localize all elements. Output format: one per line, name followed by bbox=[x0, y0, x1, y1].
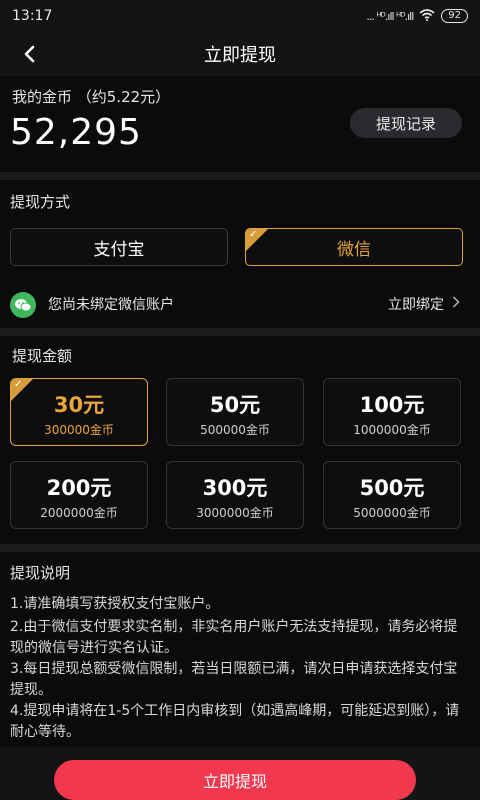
bind-now-link[interactable]: 立即绑定 bbox=[388, 294, 460, 314]
amount-value: 50元 bbox=[209, 393, 261, 417]
status-indicators: ... ᴴᴰ.ıll ᴴᴰ.ıll 92 bbox=[366, 8, 468, 24]
withdraw-submit-button[interactable]: 立即提现 bbox=[54, 760, 416, 800]
amount-value: 30元 bbox=[53, 393, 105, 417]
checkmark-icon: ✓ bbox=[249, 229, 258, 240]
amount-coins: 500000金币 bbox=[200, 423, 270, 437]
method-alipay-button[interactable]: 支付宝 bbox=[10, 228, 228, 266]
status-time: 13:17 bbox=[12, 8, 53, 24]
coins-label: 我的金币 （约5.22元） bbox=[12, 88, 171, 106]
notes-title: 提现说明 bbox=[10, 564, 71, 582]
note-item: 3.每日提现总额受微信限制，若当日限额已满，请次日申请获选择支付宝提现。 bbox=[10, 661, 458, 698]
section-divider bbox=[0, 172, 480, 180]
withdraw-record-button[interactable]: 提现记录 bbox=[350, 108, 462, 138]
back-icon[interactable] bbox=[14, 40, 44, 68]
method-alipay-label: 支付宝 bbox=[93, 239, 145, 260]
method-title: 提现方式 bbox=[10, 193, 71, 211]
amount-option-50[interactable]: 50元 500000金币 bbox=[166, 378, 304, 446]
amount-coins: 2000000金币 bbox=[40, 506, 118, 520]
amount-option-100[interactable]: 100元 1000000金币 bbox=[323, 378, 461, 446]
page-title: 立即提现 bbox=[204, 45, 276, 66]
method-wechat-button[interactable]: ✓ 微信 bbox=[245, 228, 463, 266]
wifi-icon bbox=[419, 8, 435, 24]
section-divider bbox=[0, 328, 480, 336]
amount-value: 100元 bbox=[359, 393, 425, 417]
nav-bar: 立即提现 bbox=[0, 32, 480, 76]
wechat-unbound-notice: 您尚未绑定微信账户 bbox=[48, 297, 174, 313]
amount-coins: 1000000金币 bbox=[353, 423, 431, 437]
coins-balance: 52,295 bbox=[10, 112, 142, 153]
battery-icon: 92 bbox=[441, 9, 468, 23]
note-item: 4.提现申请将在1-5个工作日内审核到（如遇高峰期，可能延迟到账），请耐心等待。 bbox=[10, 703, 460, 740]
note-item: 2.由于微信支付要求实名制，非实名用户账户无法支持提现，请务必将提现的微信号进行… bbox=[10, 619, 458, 656]
amount-title: 提现金额 bbox=[12, 347, 73, 365]
wechat-icon bbox=[10, 292, 36, 318]
bind-now-label: 立即绑定 bbox=[388, 297, 444, 313]
wechat-bind-row[interactable]: 您尚未绑定微信账户 立即绑定 bbox=[0, 284, 480, 324]
chevron-right-icon bbox=[452, 296, 460, 312]
method-wechat-label: 微信 bbox=[337, 239, 371, 260]
note-item: 1.请准确填写获授权支付宝账户。 bbox=[10, 596, 220, 612]
amount-option-30[interactable]: ✓ 30元 300000金币 bbox=[10, 378, 148, 446]
amount-coins: 3000000金币 bbox=[196, 506, 274, 520]
signal-icon: ... ᴴᴰ.ıll ᴴᴰ.ıll bbox=[366, 9, 414, 23]
amount-coins: 5000000金币 bbox=[353, 506, 431, 520]
amount-coins: 300000金币 bbox=[44, 423, 114, 437]
amount-value: 300元 bbox=[202, 476, 268, 500]
section-divider bbox=[0, 544, 480, 552]
amount-value: 500元 bbox=[359, 476, 425, 500]
amount-option-300[interactable]: 300元 3000000金币 bbox=[166, 461, 304, 529]
amount-option-200[interactable]: 200元 2000000金币 bbox=[10, 461, 148, 529]
status-bar: 13:17 ... ᴴᴰ.ıll ᴴᴰ.ıll 92 bbox=[0, 0, 480, 32]
amount-value: 200元 bbox=[46, 476, 112, 500]
amount-option-500[interactable]: 500元 5000000金币 bbox=[323, 461, 461, 529]
